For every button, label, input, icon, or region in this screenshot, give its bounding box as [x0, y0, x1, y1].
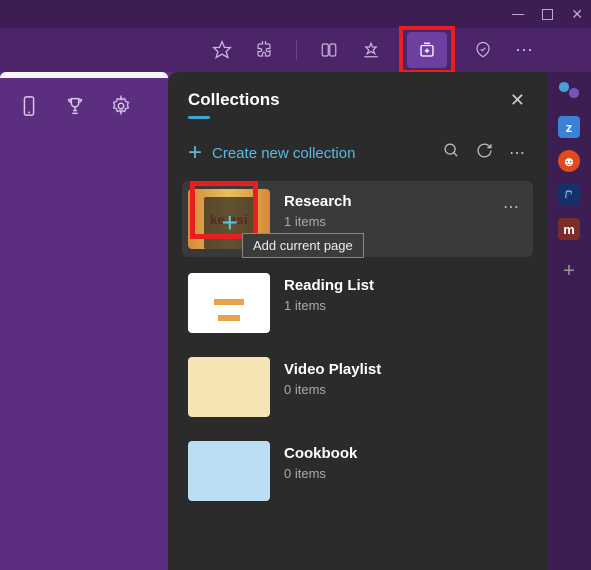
highlight-box-collections	[399, 26, 455, 74]
browser-toolbar: ⋯	[0, 28, 591, 72]
copilot-icon[interactable]	[555, 76, 583, 104]
collection-title: Reading List	[284, 277, 527, 294]
refresh-icon[interactable]	[476, 142, 493, 164]
edge-sidebar: z m +	[547, 72, 591, 570]
close-button[interactable]: ✕	[571, 6, 583, 23]
page-left-icons	[18, 95, 132, 122]
minimize-button[interactable]	[512, 14, 524, 15]
mobile-icon[interactable]	[18, 95, 40, 122]
sidebar-app-m[interactable]: m	[558, 218, 580, 240]
collection-count: 0 items	[284, 466, 527, 481]
collection-title: Cookbook	[284, 445, 527, 462]
search-icon[interactable]	[443, 142, 460, 164]
extensions-icon[interactable]	[250, 36, 278, 64]
split-screen-icon[interactable]	[315, 36, 343, 64]
collection-count: 1 items	[284, 214, 481, 229]
panel-title-underline	[188, 116, 210, 119]
collection-title: Video Playlist	[284, 361, 527, 378]
collection-thumbnail	[188, 357, 270, 417]
collection-list: ke asi + Add current page Research 1 ite…	[168, 181, 547, 570]
more-icon[interactable]: ⋯	[511, 36, 539, 64]
collections-panel: Collections ✕ + Create new collection ⋯ …	[168, 72, 547, 570]
create-collection-label: Create new collection	[212, 145, 355, 162]
separator	[296, 40, 297, 60]
collection-item-reading-list[interactable]: Reading List 1 items	[182, 265, 533, 341]
sidebar-app-reddit[interactable]	[558, 150, 580, 172]
panel-close-icon[interactable]: ✕	[510, 90, 525, 111]
collection-more-icon[interactable]: ⋯	[495, 193, 527, 221]
create-collection-link[interactable]: + Create new collection	[188, 139, 355, 167]
collection-thumbnail	[188, 441, 270, 501]
settings-gear-icon[interactable]	[110, 95, 132, 122]
maximize-button[interactable]	[542, 9, 553, 20]
collection-count: 0 items	[284, 382, 527, 397]
plus-icon: +	[222, 207, 239, 239]
sidebar-app-zoom[interactable]: z	[558, 116, 580, 138]
favorite-star-icon[interactable]	[208, 36, 236, 64]
window-titlebar: ✕	[0, 0, 591, 28]
collection-count: 1 items	[284, 298, 527, 313]
sidebar-app-paypal[interactable]	[558, 184, 580, 206]
collection-item-cookbook[interactable]: Cookbook 0 items	[182, 433, 533, 509]
tab-strip-edge	[0, 72, 168, 78]
collections-button[interactable]	[407, 32, 447, 68]
favorites-list-icon[interactable]	[357, 36, 385, 64]
collection-thumbnail	[188, 273, 270, 333]
browser-essentials-icon[interactable]	[469, 36, 497, 64]
sidebar-add-icon[interactable]: +	[563, 260, 575, 283]
tooltip: Add current page	[242, 233, 364, 258]
plus-icon: +	[188, 139, 202, 167]
trophy-icon[interactable]	[64, 95, 86, 122]
collection-title: Research	[284, 193, 481, 210]
panel-title: Collections	[188, 90, 280, 110]
more-options-icon[interactable]: ⋯	[509, 143, 527, 163]
collection-item-video-playlist[interactable]: Video Playlist 0 items	[182, 349, 533, 425]
collection-item-research[interactable]: ke asi + Add current page Research 1 ite…	[182, 181, 533, 257]
